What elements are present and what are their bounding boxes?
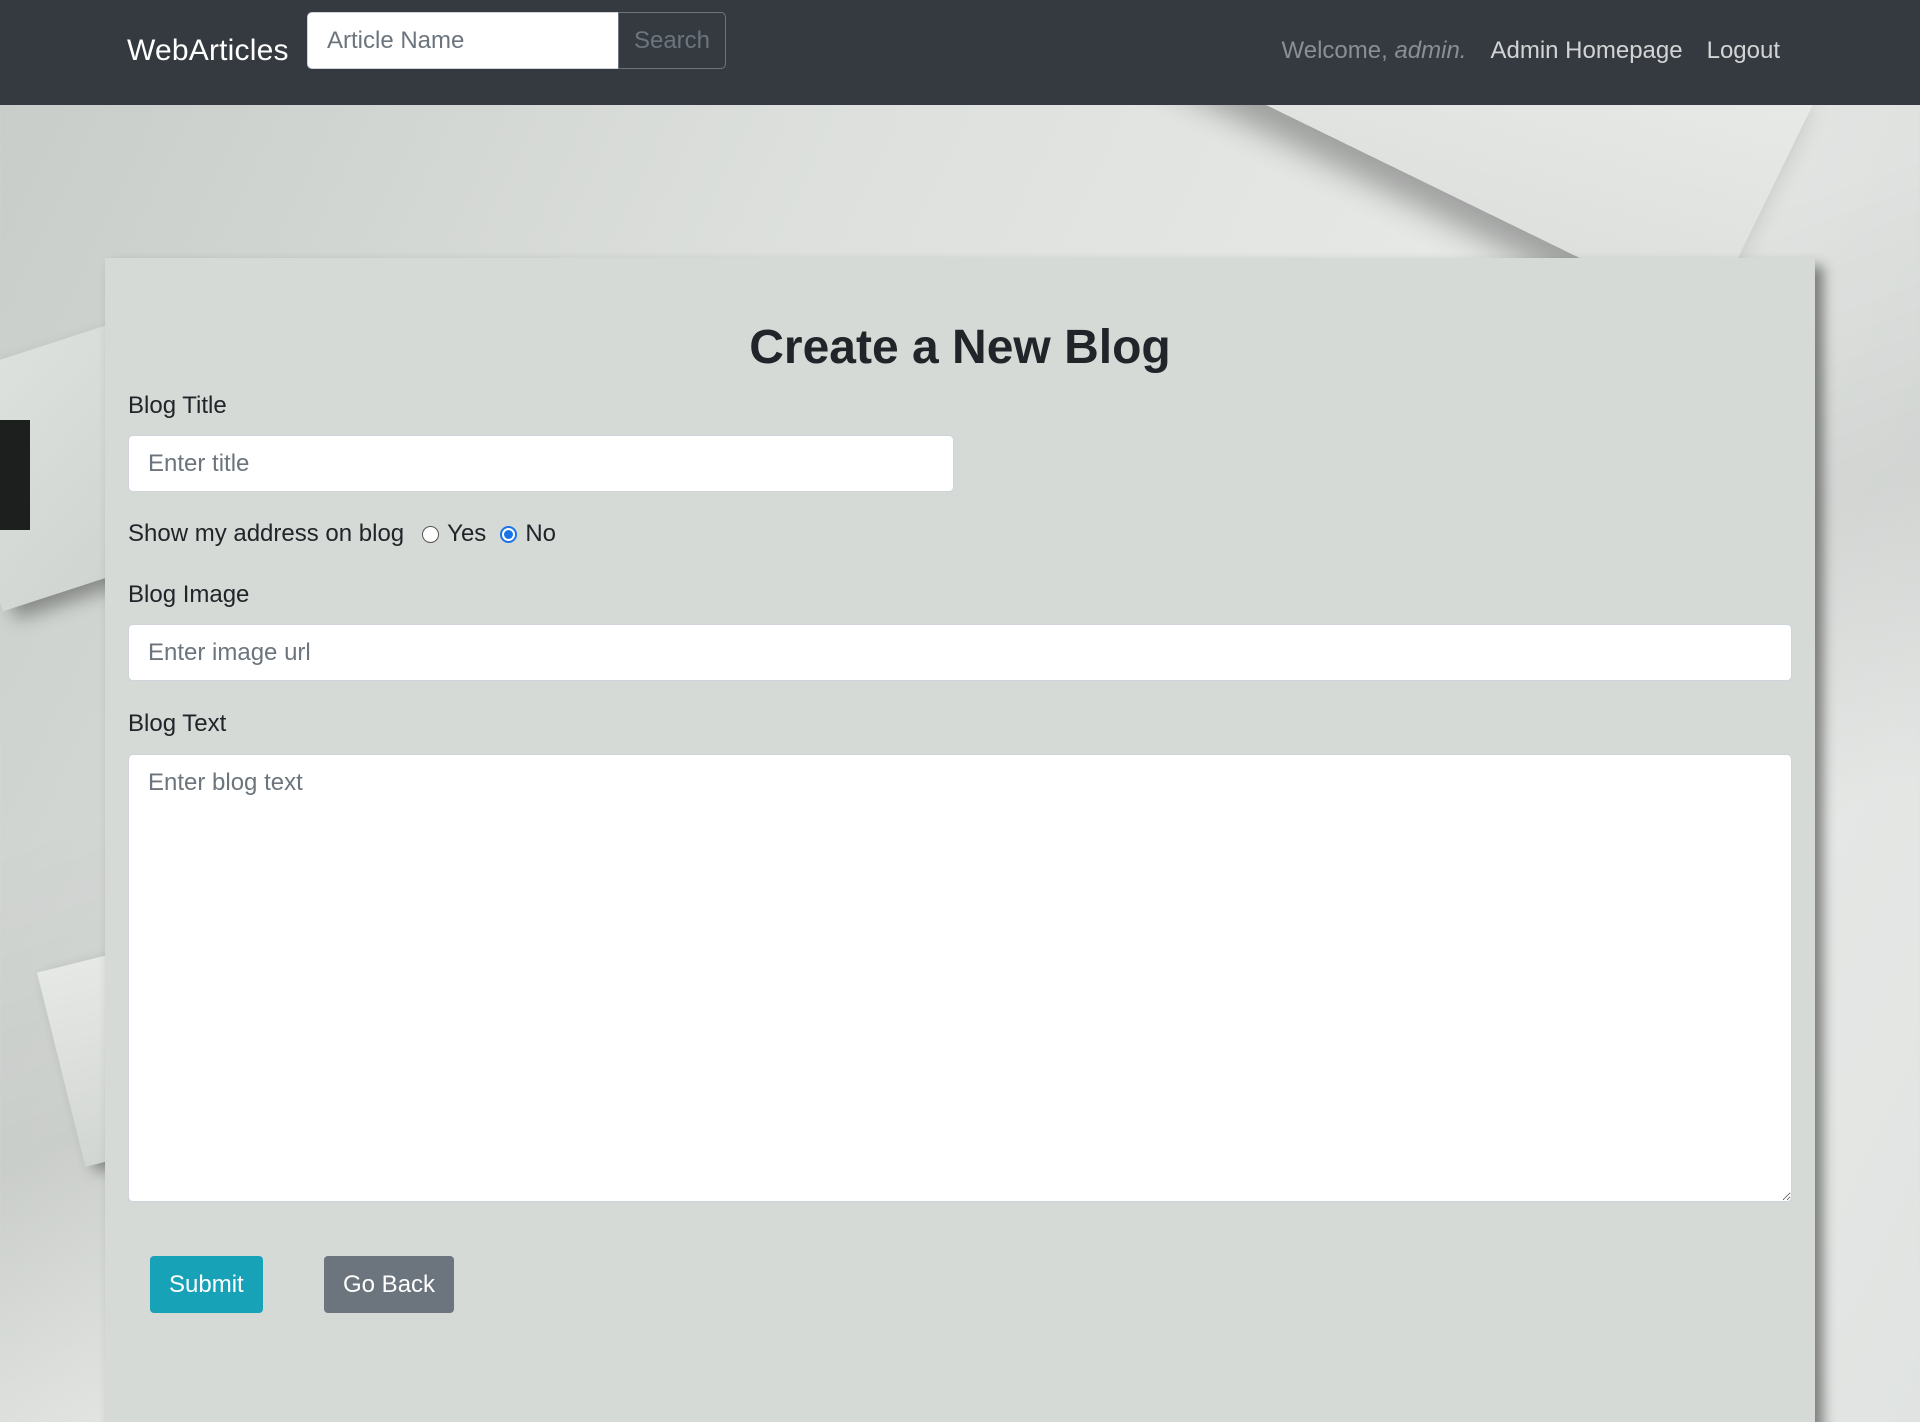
submit-button[interactable]: Submit (150, 1256, 263, 1313)
create-blog-card: Create a New Blog Blog Title Show my add… (105, 258, 1815, 1422)
nav-right-group: Welcome, admin. Admin Homepage Logout (1282, 37, 1780, 65)
radio-no-label: No (525, 520, 556, 547)
blog-text-label: Blog Text (128, 710, 227, 737)
background-shadow-strip (0, 420, 30, 530)
blog-image-label: Blog Image (128, 581, 250, 608)
brand-logo[interactable]: WebArticles (127, 34, 289, 68)
blog-title-input[interactable] (128, 435, 954, 492)
radio-yes-label: Yes (447, 520, 487, 547)
search-input[interactable] (307, 12, 618, 69)
top-navbar: WebArticles Search Welcome, admin. Admin… (0, 0, 1920, 105)
search-button[interactable]: Search (618, 12, 726, 69)
radio-option-no[interactable]: No (500, 520, 556, 548)
blog-image-input[interactable] (128, 624, 1792, 681)
blog-text-area[interactable] (128, 754, 1792, 1202)
radio-option-yes[interactable]: Yes (422, 520, 486, 548)
logout-link[interactable]: Logout (1707, 37, 1780, 65)
address-visibility-group: Show my address on blog Yes No (128, 520, 570, 548)
blog-title-label: Blog Title (128, 392, 227, 419)
address-visibility-label: Show my address on blog (128, 520, 405, 547)
radio-no[interactable] (500, 525, 518, 543)
admin-homepage-link[interactable]: Admin Homepage (1490, 37, 1682, 65)
page-title: Create a New Blog (749, 321, 1171, 374)
welcome-prefix: Welcome, (1281, 37, 1395, 64)
welcome-username: admin. (1394, 37, 1467, 64)
radio-yes[interactable] (422, 525, 440, 543)
go-back-button[interactable]: Go Back (324, 1256, 455, 1313)
search-form: Search (307, 12, 726, 69)
welcome-text: Welcome, admin. (1282, 37, 1467, 65)
